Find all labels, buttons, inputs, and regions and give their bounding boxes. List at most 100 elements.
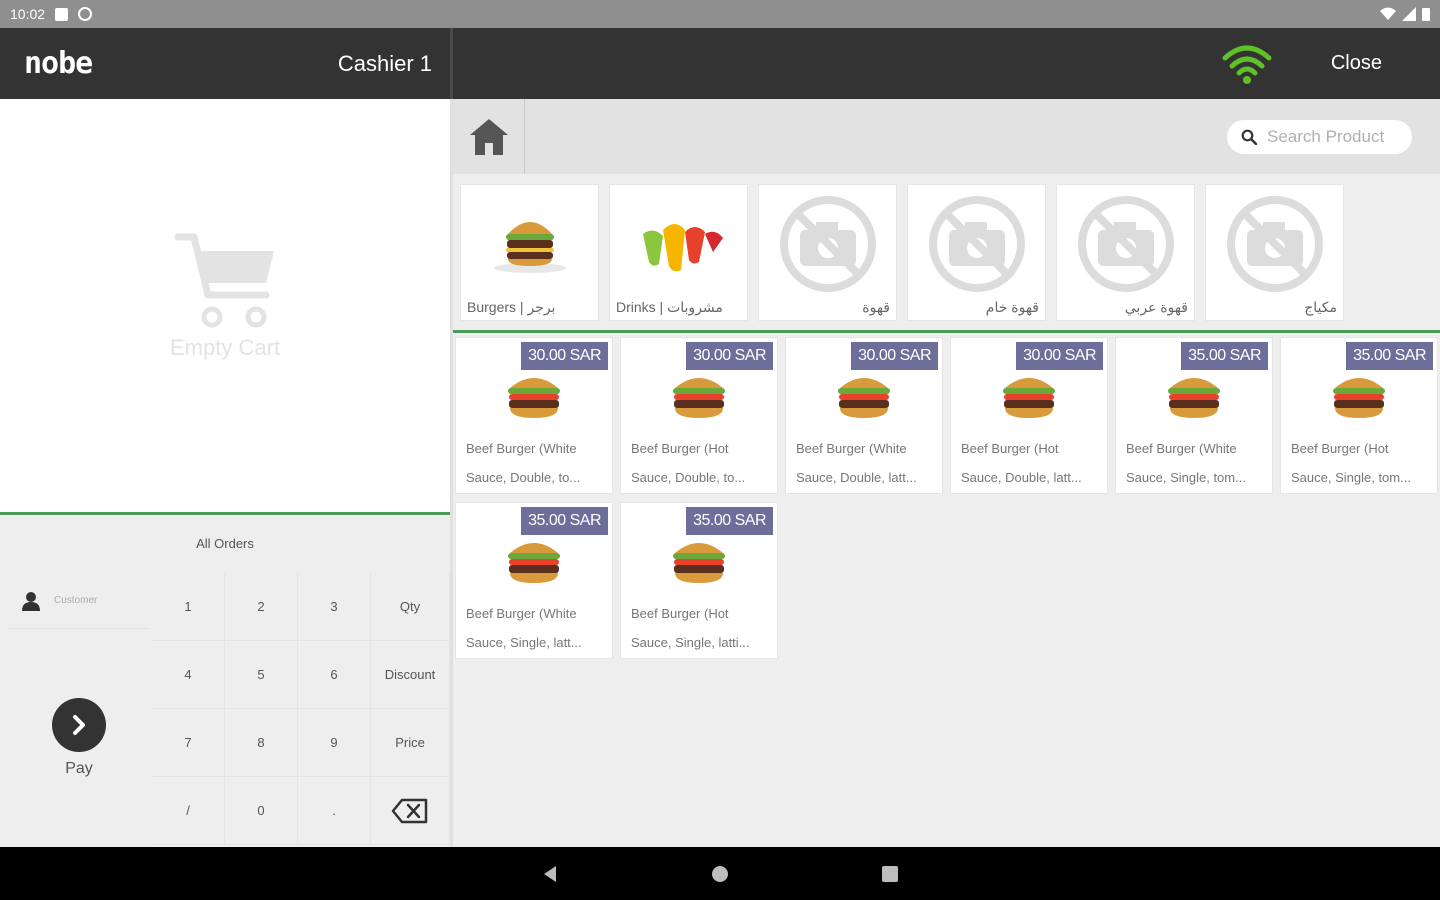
price-badge: 30.00 SAR (1016, 342, 1103, 370)
key-qty[interactable]: Qty (371, 573, 450, 641)
product-card[interactable]: 35.00 SAR Beef Burger (White Sauce, Singl… (1115, 337, 1273, 494)
numeric-keypad: 1 2 3 Qty 4 5 6 Discount 7 8 9 Price / 0… (152, 573, 450, 845)
product-card[interactable]: 35.00 SAR Beef Burger (Hot Sauce, Single,… (620, 502, 778, 659)
category-name: مكياج (1304, 299, 1337, 315)
catalog-toolbar (453, 99, 1440, 174)
sd-card-icon (55, 7, 69, 21)
category-arabic-coffee[interactable]: قهوة عربي (1056, 184, 1195, 321)
product-card[interactable]: 35.00 SAR Beef Burger (Hot Sauce, Single,… (1280, 337, 1438, 494)
cart-panel: Empty Cart (0, 99, 450, 513)
backspace-key[interactable] (371, 777, 450, 845)
product-name: Beef Burger (Hot Sauce, Double, latt... (961, 441, 1082, 485)
product-name: Beef Burger (White Sauce, Double, to... (466, 441, 581, 485)
key-1[interactable]: 1 (152, 573, 225, 641)
sync-icon (78, 7, 93, 21)
customer-button[interactable]: Customer (8, 573, 150, 629)
price-badge: 30.00 SAR (686, 342, 773, 370)
price-badge: 35.00 SAR (686, 507, 773, 535)
customer-label: Customer (54, 595, 98, 606)
category-raw-coffee[interactable]: قهوة خام (907, 184, 1046, 321)
wifi-connected-icon (1222, 45, 1272, 84)
key-5[interactable]: 5 (225, 641, 298, 709)
drinks-icon (642, 224, 723, 272)
key-7[interactable]: 7 (152, 709, 225, 777)
close-button[interactable]: Close (1331, 52, 1382, 75)
product-name: Beef Burger (Hot Sauce, Double, to... (631, 441, 746, 485)
system-nav-bar (0, 847, 1440, 900)
backspace-icon (391, 798, 428, 823)
burger-product-icon (508, 543, 560, 583)
category-coffee[interactable]: قهوة (758, 184, 897, 321)
category-burgers[interactable]: Burgers | برجر (460, 184, 599, 321)
product-name: Beef Burger (White Sauce, Double, latt... (796, 441, 917, 485)
pay-arrow-icon (52, 698, 106, 752)
pay-button[interactable]: Pay (8, 631, 150, 845)
category-name: قهوة (862, 299, 890, 315)
home-icon (469, 118, 508, 155)
home-button[interactable] (453, 99, 525, 174)
search-box[interactable] (1227, 120, 1412, 154)
burger-product-icon (1003, 378, 1055, 418)
product-name: Beef Burger (White Sauce, Single, tom... (1126, 441, 1246, 485)
key-9[interactable]: 9 (298, 709, 371, 777)
key-4[interactable]: 4 (152, 641, 225, 709)
battery-icon (1422, 8, 1430, 21)
price-badge: 30.00 SAR (851, 342, 938, 370)
category-makeup[interactable]: مكياج (1205, 184, 1344, 321)
product-name: Beef Burger (Hot Sauce, Single, tom... (1291, 441, 1411, 485)
shopping-cart-icon (174, 233, 274, 328)
burger-icon (493, 222, 566, 273)
key-dot[interactable]: . (298, 777, 371, 845)
product-card[interactable]: 35.00 SAR Beef Burger (White Sauce, Singl… (455, 502, 613, 659)
key-discount[interactable]: Discount (371, 641, 450, 709)
home-nav-icon[interactable] (710, 864, 730, 884)
key-0[interactable]: 0 (225, 777, 298, 845)
price-badge: 35.00 SAR (1346, 342, 1433, 370)
product-name: Beef Burger (White Sauce, Single, latt... (466, 606, 582, 650)
system-status-bar: 10:02 (0, 0, 1440, 28)
all-orders-button[interactable]: All Orders (0, 515, 450, 571)
empty-cart-label: Empty Cart (169, 335, 281, 360)
brand-logo: nobe (24, 46, 93, 81)
burger-product-icon (508, 378, 560, 418)
key-8[interactable]: 8 (225, 709, 298, 777)
category-name: Burgers | برجر (467, 299, 556, 315)
no-photo-icon (928, 196, 1025, 292)
status-time: 10:02 (10, 6, 46, 22)
back-icon[interactable] (540, 864, 560, 884)
cashier-name: Cashier 1 (337, 50, 432, 76)
key-price[interactable]: Price (371, 709, 450, 777)
category-name: قهوة خام (985, 299, 1039, 315)
keypad-area: All Orders Customer Pay 1 2 3 Qty 4 5 6 … (0, 515, 450, 847)
key-3[interactable]: 3 (298, 573, 371, 641)
burger-product-icon (1168, 378, 1220, 418)
product-card[interactable]: 30.00 SAR Beef Burger (White Sauce, Doubl… (785, 337, 943, 494)
product-card[interactable]: 30.00 SAR Beef Burger (Hot Sauce, Double,… (950, 337, 1108, 494)
key-slash[interactable]: / (152, 777, 225, 845)
product-grid: 30.00 SAR Beef Burger (White Sauce, Doubl… (453, 333, 1440, 847)
search-input[interactable] (1267, 127, 1407, 147)
signal-icon (1402, 7, 1416, 21)
category-name: قهوة عربي (1124, 299, 1188, 315)
key-6[interactable]: 6 (298, 641, 371, 709)
burger-product-icon (838, 378, 890, 418)
search-icon (1241, 129, 1257, 145)
product-card[interactable]: 30.00 SAR Beef Burger (Hot Sauce, Double,… (620, 337, 778, 494)
burger-product-icon (1333, 378, 1385, 418)
product-name: Beef Burger (Hot Sauce, Single, latti... (631, 606, 750, 650)
product-card[interactable]: 30.00 SAR Beef Burger (White Sauce, Doubl… (455, 337, 613, 494)
no-photo-icon (779, 196, 876, 292)
burger-product-icon (673, 543, 725, 583)
no-photo-icon (1077, 196, 1174, 292)
recents-icon[interactable] (880, 864, 900, 884)
price-badge: 35.00 SAR (1181, 342, 1268, 370)
wifi-status-icon (1380, 7, 1396, 20)
user-icon (22, 591, 40, 611)
category-drinks[interactable]: Drinks | مشروبات (609, 184, 748, 321)
price-badge: 30.00 SAR (521, 342, 608, 370)
no-photo-icon (1226, 196, 1323, 292)
price-badge: 35.00 SAR (521, 507, 608, 535)
app-header: Close (453, 28, 1440, 99)
empty-cart-state: Empty Cart (0, 231, 450, 361)
key-2[interactable]: 2 (225, 573, 298, 641)
